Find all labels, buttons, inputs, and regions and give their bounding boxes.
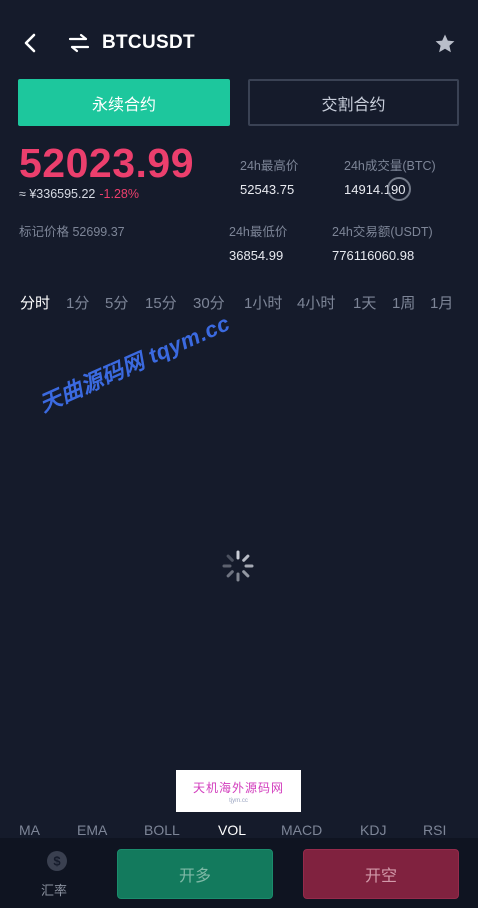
timeframe-15m[interactable]: 15分: [145, 292, 177, 313]
cny-price: ≈ ¥336595.22: [19, 187, 96, 201]
timeframe-5m[interactable]: 5分: [105, 292, 128, 313]
indicator-ema[interactable]: EMA: [77, 822, 107, 838]
star-icon[interactable]: [433, 32, 457, 56]
last-price: 52023.99: [19, 140, 195, 186]
loading-spinner-icon: [222, 550, 254, 582]
timeframe-line[interactable]: 分时: [20, 292, 50, 313]
top-bar: BTCUSDT: [0, 22, 478, 66]
timeframe-4h[interactable]: 4小时: [297, 292, 335, 313]
high-24h-label: 24h最高价: [240, 159, 299, 173]
low-24h-value: 36854.99: [229, 248, 284, 263]
mark-price: 标记价格 52699.37: [19, 225, 125, 239]
timeframe-1h[interactable]: 1小时: [244, 292, 282, 313]
indicator-vol[interactable]: VOL: [218, 822, 246, 838]
exchange-rate-label[interactable]: 汇率: [41, 880, 67, 899]
indicator-macd[interactable]: MACD: [281, 822, 322, 838]
timeframe-1d[interactable]: 1天: [353, 292, 376, 313]
turnover-usdt-value: 776116060.98: [332, 248, 415, 263]
watermark-badge-title: 天机海外源码网: [192, 780, 284, 795]
bottom-action-bar: $ 汇率 开多 开空: [0, 838, 478, 908]
price-subline: ≈ ¥336595.22 -1.28%: [19, 187, 139, 201]
svg-text:$: $: [53, 854, 61, 869]
open-long-button[interactable]: 开多: [117, 849, 273, 899]
timeframe-bar: 分时 1分 5分 15分 30分 1小时 4小时 1天 1周 1月: [0, 292, 478, 314]
swap-icon[interactable]: [68, 33, 90, 53]
high-24h-value: 52543.75: [240, 182, 295, 197]
watermark-badge: 天机海外源码网 tjym.cc: [176, 770, 301, 812]
low-24h-label: 24h最低价: [229, 225, 288, 239]
volume-btc-label: 24h成交量(BTC): [344, 159, 436, 173]
timeframe-1m[interactable]: 1分: [66, 292, 89, 313]
touch-indicator: [387, 177, 411, 201]
indicator-boll[interactable]: BOLL: [144, 822, 180, 838]
watermark-badge-subtitle: tjym.cc: [229, 797, 248, 804]
change-percent: -1.28%: [99, 187, 139, 201]
dollar-icon[interactable]: $: [46, 850, 68, 872]
indicator-rsi[interactable]: RSI: [423, 822, 446, 838]
indicator-kdj[interactable]: KDJ: [360, 822, 386, 838]
tab-perpetual-contract[interactable]: 永续合约: [18, 79, 230, 126]
symbol-title[interactable]: BTCUSDT: [102, 32, 195, 54]
tab-delivery-contract[interactable]: 交割合约: [248, 79, 459, 126]
turnover-usdt-label: 24h交易额(USDT): [332, 225, 433, 239]
indicator-ma[interactable]: MA: [19, 822, 40, 838]
open-short-button[interactable]: 开空: [303, 849, 459, 899]
timeframe-1w[interactable]: 1周: [392, 292, 415, 313]
timeframe-1M[interactable]: 1月: [430, 292, 453, 313]
back-arrow-icon[interactable]: [20, 32, 42, 54]
